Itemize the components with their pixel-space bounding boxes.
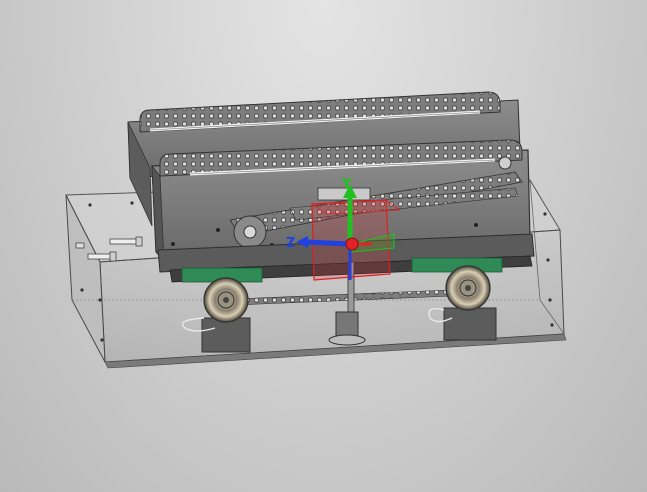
y-axis-label: Y <box>341 177 352 192</box>
3d-viewport[interactable]: Y Z <box>0 0 647 492</box>
cad-scene: Y Z <box>65 91 567 369</box>
z-axis-label: Z <box>286 236 295 251</box>
triad-origin[interactable] <box>345 237 359 251</box>
z-axis-arrow[interactable] <box>305 239 351 247</box>
wheel-left[interactable] <box>201 277 251 353</box>
